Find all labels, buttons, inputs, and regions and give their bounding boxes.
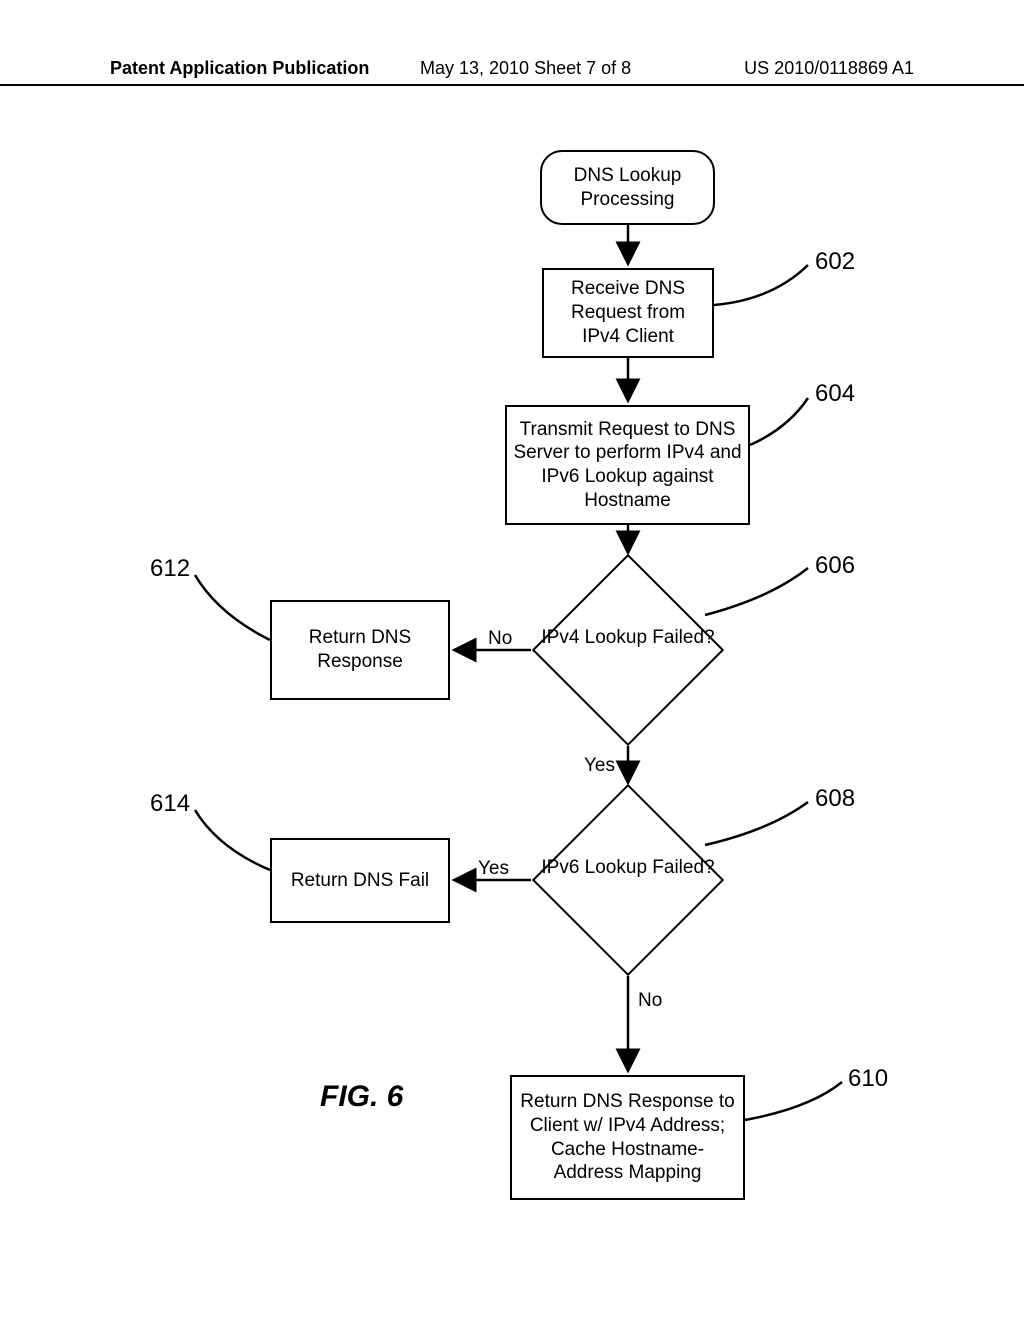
start-node: DNS Lookup Processing: [540, 150, 715, 225]
ref-612: 612: [150, 555, 190, 583]
node-610: Return DNS Response to Client w/ IPv4 Ad…: [510, 1075, 745, 1200]
header-mid: May 13, 2010 Sheet 7 of 8: [420, 58, 631, 79]
page-header: Patent Application Publication May 13, 2…: [0, 80, 1024, 86]
node-602-text: Receive DNS Request from IPv4 Client: [550, 277, 706, 348]
node-604-text: Transmit Request to DNS Server to perfor…: [513, 418, 742, 513]
ref-610: 610: [848, 1065, 888, 1093]
edge-608-yes-label: Yes: [478, 858, 509, 880]
ref-614: 614: [150, 790, 190, 818]
header-left: Patent Application Publication: [110, 58, 369, 79]
ref-604: 604: [815, 380, 855, 408]
ref-606: 606: [815, 552, 855, 580]
node-612: Return DNS Response: [270, 600, 450, 700]
node-612-text: Return DNS Response: [278, 626, 442, 674]
node-602: Receive DNS Request from IPv4 Client: [542, 268, 714, 358]
node-614-text: Return DNS Fail: [291, 869, 429, 893]
figure-label: FIG. 6: [320, 1080, 403, 1114]
decision-608-text: IPv6 Lookup Failed?: [541, 857, 714, 878]
node-614: Return DNS Fail: [270, 838, 450, 923]
ref-608: 608: [815, 785, 855, 813]
edge-608-no-label: No: [638, 990, 662, 1012]
header-right: US 2010/0118869 A1: [744, 58, 914, 79]
decision-606-text: IPv4 Lookup Failed?: [541, 627, 714, 648]
ref-602: 602: [815, 248, 855, 276]
start-node-text: DNS Lookup Processing: [548, 164, 707, 212]
edge-606-no-label: No: [488, 628, 512, 650]
node-610-text: Return DNS Response to Client w/ IPv4 Ad…: [518, 1090, 737, 1185]
node-604: Transmit Request to DNS Server to perfor…: [505, 405, 750, 525]
page-root: Patent Application Publication May 13, 2…: [0, 0, 1024, 1320]
edge-606-yes-label: Yes: [584, 755, 615, 777]
